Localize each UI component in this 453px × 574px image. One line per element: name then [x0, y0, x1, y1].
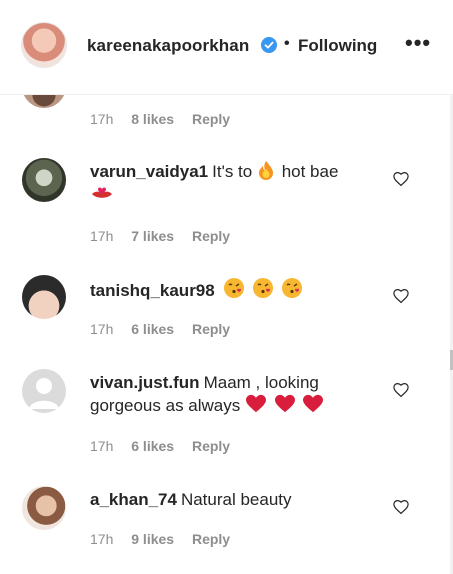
comment-body: tanishq_kaur98: [90, 277, 380, 302]
comment-likes[interactable]: 6 likes: [131, 438, 174, 454]
comment-body: vivan.just.fun Maam , looking gorgeous as…: [90, 371, 380, 417]
verified-badge-icon: [261, 37, 277, 53]
heart-emoji-icon: [274, 394, 295, 413]
comment-meta: 17h 9 likes Reply: [90, 531, 244, 547]
more-options-icon[interactable]: •••: [405, 32, 431, 54]
comment-avatar[interactable]: [22, 158, 66, 202]
comment-username[interactable]: tanishq_kaur98: [90, 281, 215, 300]
kiss-lips-heart-emoji-icon: [92, 187, 112, 198]
comment-text: Maam , looking: [203, 373, 319, 392]
face-blowing-kiss-emoji-icon: [224, 278, 245, 298]
comment-text: It's to: [212, 162, 253, 181]
face-blowing-kiss-emoji-icon: [253, 278, 274, 298]
post-header: kareenakapoorkhan • Following •••: [0, 0, 453, 95]
comment-avatar[interactable]: [22, 486, 66, 530]
comment-likes[interactable]: 6 likes: [131, 321, 174, 337]
comment-body: a_khan_74 Natural beauty: [90, 488, 380, 511]
like-heart-icon[interactable]: [392, 381, 410, 399]
reply-button[interactable]: Reply: [192, 531, 230, 547]
heart-emoji-icon: [246, 394, 266, 413]
default-user-icon: [29, 378, 59, 409]
comment-time[interactable]: 17h: [90, 438, 113, 454]
comment-likes[interactable]: 9 likes: [131, 531, 174, 547]
comment-meta: 17h 8 likes Reply: [90, 111, 244, 127]
comment-time[interactable]: 17h: [90, 321, 113, 337]
comment-likes[interactable]: 8 likes: [131, 111, 174, 127]
heart-emoji-icon: [303, 394, 324, 413]
comment-username[interactable]: varun_vaidya1: [90, 162, 208, 181]
comment-username[interactable]: vivan.just.fun: [90, 373, 200, 392]
comment-avatar[interactable]: [22, 369, 66, 413]
comment-text-line2: gorgeous as always: [90, 396, 241, 415]
comment-time[interactable]: 17h: [90, 111, 113, 127]
comment-avatar[interactable]: [22, 275, 66, 319]
reply-button[interactable]: Reply: [192, 321, 230, 337]
following-button[interactable]: Following: [298, 36, 377, 56]
comment-time[interactable]: 17h: [90, 531, 113, 547]
comment-meta: 17h 6 likes Reply: [90, 438, 244, 454]
fire-emoji-icon: [258, 161, 273, 180]
like-heart-icon[interactable]: [392, 498, 410, 516]
face-blowing-kiss-emoji-icon: [281, 278, 302, 298]
comment-text-continued: hot bae: [281, 162, 339, 181]
reply-button[interactable]: Reply: [192, 228, 230, 244]
header-separator: •: [284, 35, 290, 52]
comment-likes[interactable]: 7 likes: [131, 228, 174, 244]
comment-meta: 17h 7 likes Reply: [90, 228, 244, 244]
profile-avatar[interactable]: [22, 23, 66, 67]
profile-username[interactable]: kareenakapoorkhan: [87, 36, 249, 56]
comment-text: Natural beauty: [180, 490, 292, 509]
comment-body: varun_vaidya1 It's to hot bae: [90, 160, 380, 206]
reply-button[interactable]: Reply: [192, 111, 230, 127]
comment-meta: 17h 6 likes Reply: [90, 321, 244, 337]
comment-username[interactable]: a_khan_74: [90, 490, 177, 509]
comment-time[interactable]: 17h: [90, 228, 113, 244]
like-heart-icon[interactable]: [392, 170, 410, 188]
like-heart-icon[interactable]: [392, 287, 410, 305]
reply-button[interactable]: Reply: [192, 438, 230, 454]
